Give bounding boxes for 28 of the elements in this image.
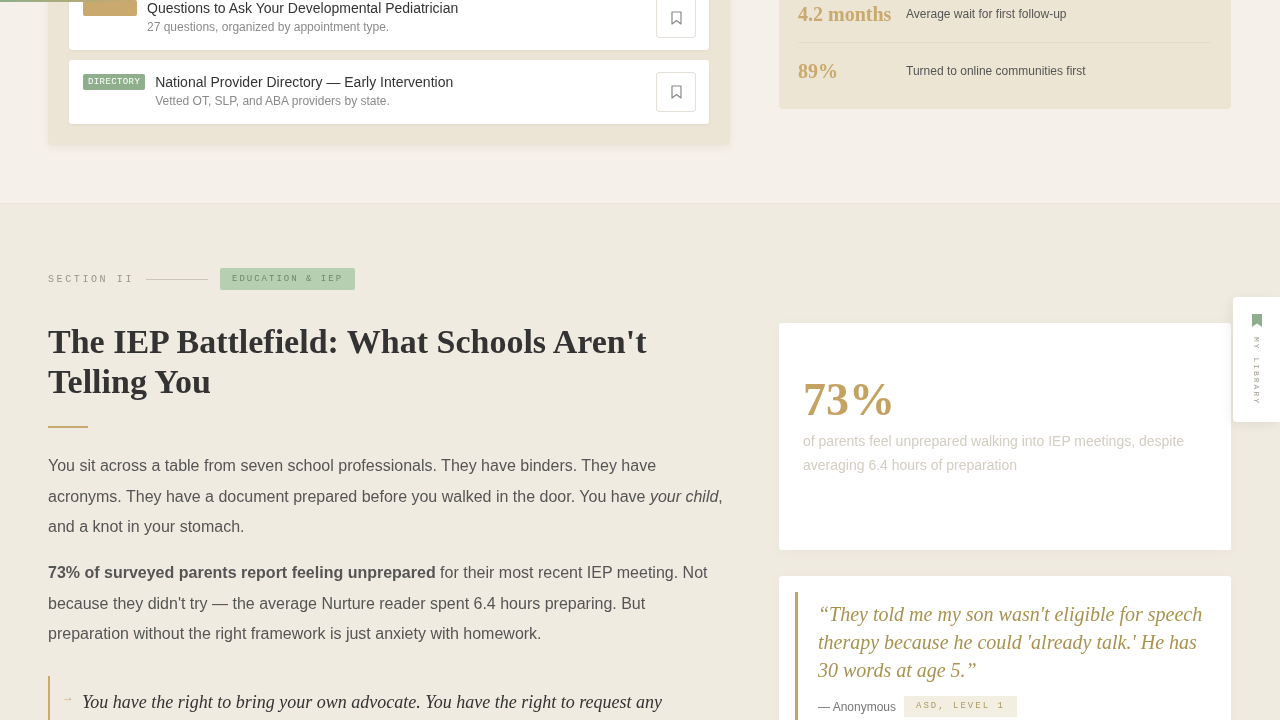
diagnosis-tag: ASD, LEVEL 1 xyxy=(904,696,1017,717)
bookmark-button[interactable] xyxy=(656,0,696,38)
body-paragraph: 73% of surveyed parents report feeling unprepared for their most recent IEP meeting. Not because they didn't try — the average Nurture reader spent 6.4 hours preparing. But preparation without the right framework is just anxiety with homework. xyxy=(48,563,709,644)
stat-value: 4.2 months xyxy=(798,2,892,27)
bookmark-icon xyxy=(670,11,682,25)
resource-description: 27 questions, organized by appointment type. xyxy=(147,19,391,36)
stat-label: Turned to online communities first xyxy=(906,63,1086,79)
bookmark-icon xyxy=(670,85,682,99)
bookmark-icon xyxy=(1251,314,1262,327)
resource-title: National Provider Directory — Early Intervention xyxy=(155,74,454,90)
section-number: SECTION II xyxy=(48,273,134,285)
testimonial-author: — Anonymous xyxy=(818,699,897,714)
callout-text: You have the right to bring your own advocate. You have the right to request any xyxy=(82,690,662,714)
stat-description: of parents feel unprepared walking into IEP meetings, despite averaging 6.4 hours of preparation xyxy=(803,432,1186,475)
body-paragraph: You sit across a table from seven school professionals. They have binders. They have acronyms. They have a document prepared before you walked in the door. You have your child, and a knot in your stomach. xyxy=(48,456,724,537)
stat-figure: 73% xyxy=(803,373,895,427)
bookmark-button[interactable] xyxy=(656,72,696,112)
section-headline: The IEP Battlefield: What Schools Aren't Telling You xyxy=(48,322,648,402)
resource-title: Questions to Ask Your Developmental Pediatrician xyxy=(147,0,459,16)
stat-label: Average wait for first follow-up xyxy=(906,6,1067,22)
resource-description: Vetted OT, SLP, and ABA providers by state. xyxy=(155,93,391,110)
arrow-marker: → xyxy=(62,688,74,706)
testimonial-quote: “They told me my son wasn't eligible for speech therapy because he could 'already talk.' He has 30 words at age 5.” xyxy=(818,602,1204,684)
resource-card[interactable]: DIRECTORY National Provider Directory — Early Intervention Vetted OT, SLP, and ABA providers by state. xyxy=(69,60,709,124)
stat-value: 89% xyxy=(798,59,838,84)
category-badge: EDUCATION & IEP xyxy=(220,268,356,290)
resource-card[interactable]: Questions to Ask Your Developmental Pediatrician 27 questions, organized by appointment type. xyxy=(69,0,709,50)
category-tag: DIRECTORY xyxy=(83,74,146,90)
